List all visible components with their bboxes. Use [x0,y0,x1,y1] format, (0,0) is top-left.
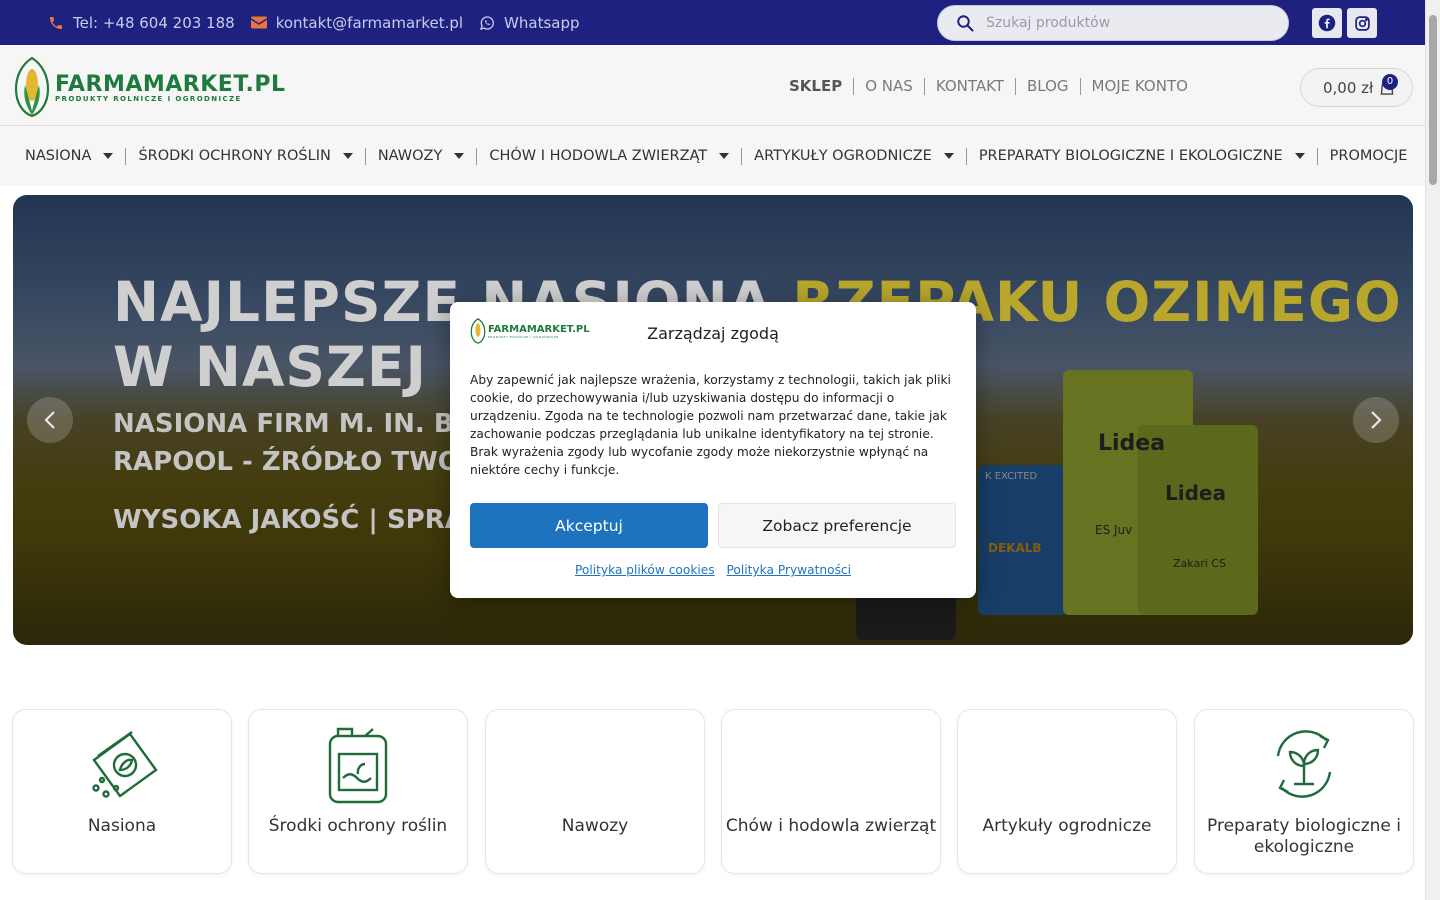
cookie-policy-link[interactable]: Polityka plików cookies [575,563,715,577]
consent-links: Polityka plików cookies Polityka Prywatn… [450,563,976,577]
view-preferences-button[interactable]: Zobacz preferencje [718,503,956,548]
consent-title: Zarządzaj zgodą [647,324,779,343]
privacy-policy-link[interactable]: Polityka Prywatności [727,563,852,577]
scrollbar-thumb[interactable] [1429,15,1437,185]
cookie-consent-dialog: FARMAMARKET.PL PRODUKTY ROLNICZE I OGROD… [450,302,976,598]
consent-message: Aby zapewnić jak najlepsze wrażenia, kor… [470,373,951,477]
accept-button[interactable]: Akceptuj [470,503,708,548]
page-scrollbar[interactable] [1425,0,1440,900]
